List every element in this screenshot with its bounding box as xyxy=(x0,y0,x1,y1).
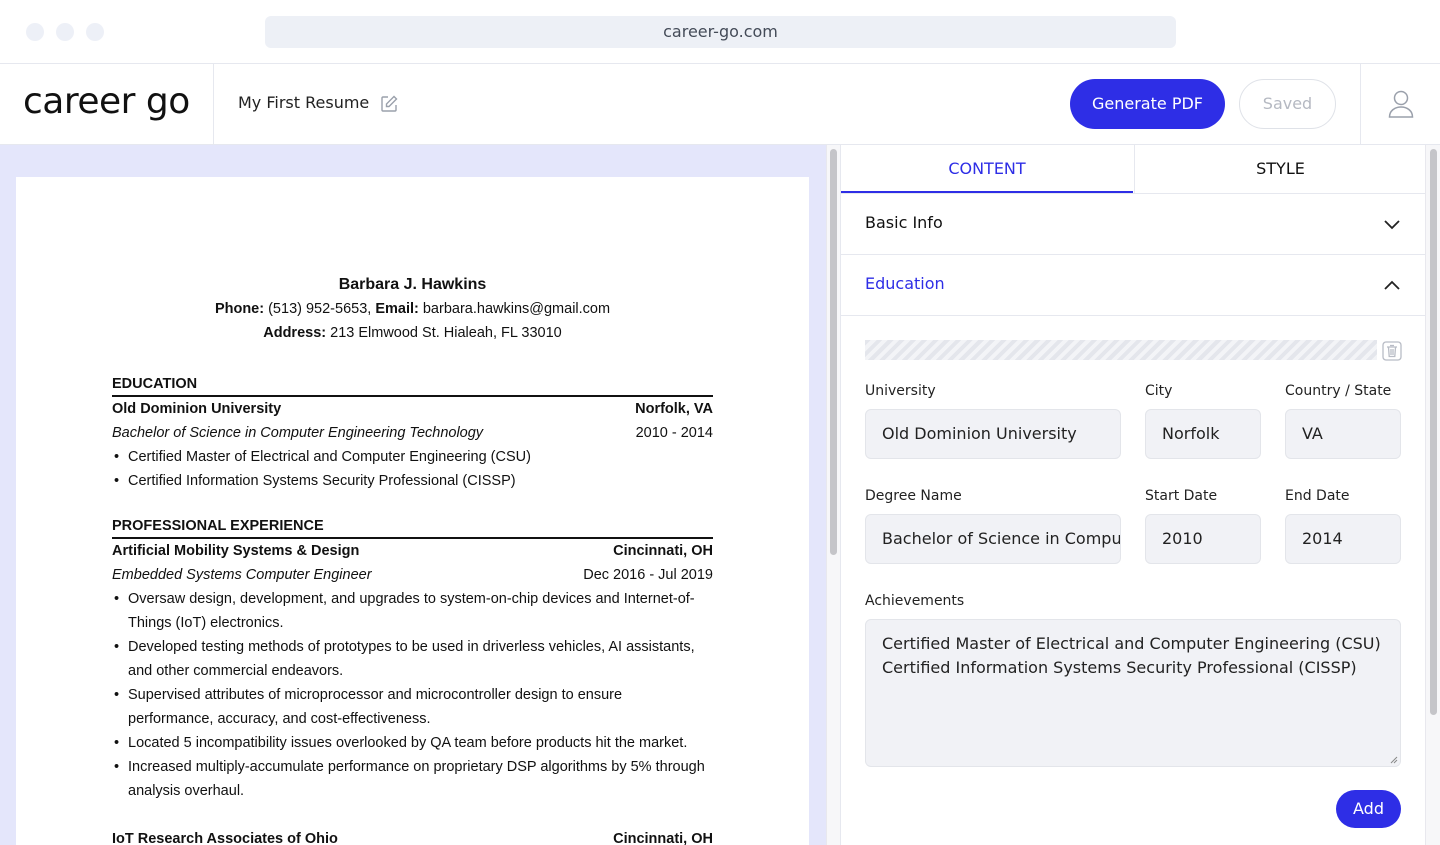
list-item: Supervised attributes of microprocessor … xyxy=(112,683,713,731)
education-heading: EDUCATION xyxy=(112,373,713,397)
achievements-label: Achievements xyxy=(865,593,965,609)
tab-content[interactable]: CONTENT xyxy=(841,145,1133,193)
accordion-education[interactable]: Education xyxy=(841,255,1426,316)
university-label: University xyxy=(865,383,936,399)
edit-icon[interactable] xyxy=(380,95,398,113)
end-date-label: End Date xyxy=(1285,488,1350,504)
city-input[interactable]: Norfolk xyxy=(1145,409,1261,459)
job-entry: IoT Research Associates of Ohio Cincinna… xyxy=(112,831,713,845)
start-date-input[interactable]: 2010 xyxy=(1145,514,1261,564)
preview-scrollbar-thumb[interactable] xyxy=(830,149,837,555)
achievements-textarea[interactable]: Certified Master of Electrical and Compu… xyxy=(865,619,1401,767)
list-item: Certified Master of Electrical and Compu… xyxy=(112,445,713,469)
job-entry: Artificial Mobility Systems & Design Cin… xyxy=(112,543,713,559)
list-item: Increased multiply-accumulate performanc… xyxy=(112,755,713,803)
city-label: City xyxy=(1145,383,1173,399)
saved-button[interactable]: Saved xyxy=(1239,79,1336,129)
experience-heading: PROFESSIONAL EXPERIENCE xyxy=(112,515,713,539)
add-button[interactable]: Add xyxy=(1336,790,1401,828)
list-item: Located 5 incompatibility issues overloo… xyxy=(112,731,713,755)
list-item: Developed testing methods of prototypes … xyxy=(112,635,713,683)
window-minimize-dot[interactable] xyxy=(56,23,74,41)
country-state-input[interactable]: VA xyxy=(1285,409,1401,459)
logo[interactable]: career go xyxy=(23,78,190,126)
trash-icon[interactable] xyxy=(1381,340,1403,362)
editor-panel: CONTENT STYLE Basic Info Education Unive… xyxy=(840,145,1426,845)
preview-scrollbar[interactable] xyxy=(826,145,840,845)
tab-style[interactable]: STYLE xyxy=(1134,145,1426,193)
education-entry: Old Dominion University Norfolk, VA xyxy=(112,401,713,417)
user-icon[interactable] xyxy=(1388,90,1414,118)
resume-contact: Phone: (513) 952-5653, Email: barbara.ha… xyxy=(214,301,611,317)
end-date-input[interactable]: 2014 xyxy=(1285,514,1401,564)
generate-pdf-button[interactable]: Generate PDF xyxy=(1070,79,1225,129)
drag-handle[interactable] xyxy=(865,340,1377,360)
resize-grip-icon[interactable] xyxy=(1390,756,1398,764)
resume-name: Barbara J. Hawkins xyxy=(338,276,487,293)
accordion-title: Basic Info xyxy=(865,213,943,232)
degree-name-label: Degree Name xyxy=(865,488,962,504)
resume-address: Address: 213 Elmwood St. Hialeah, FL 330… xyxy=(263,325,562,341)
header-divider xyxy=(213,64,214,144)
app-header: career go My First Resume Generate PDF S… xyxy=(0,64,1440,145)
resume-preview: Barbara J. Hawkins Phone: (513) 952-5653… xyxy=(0,145,826,845)
education-bullets: Certified Master of Electrical and Compu… xyxy=(112,445,713,493)
list-item: Certified Information Systems Security P… xyxy=(112,469,713,493)
resume-title: My First Resume xyxy=(238,93,370,112)
university-input[interactable]: Old Dominion University xyxy=(865,409,1121,459)
editor-scrollbar-thumb[interactable] xyxy=(1430,149,1437,715)
window-maximize-dot[interactable] xyxy=(86,23,104,41)
accordion-basic-info[interactable]: Basic Info xyxy=(841,194,1426,255)
resume-page: Barbara J. Hawkins Phone: (513) 952-5653… xyxy=(16,177,809,845)
degree-name-input[interactable]: Bachelor of Science in Compu xyxy=(865,514,1121,564)
job-bullets: Oversaw design, development, and upgrade… xyxy=(112,587,713,803)
chevron-up-icon[interactable] xyxy=(1382,277,1402,293)
editor-tabs: CONTENT STYLE xyxy=(841,145,1426,194)
url-bar[interactable]: career-go.com xyxy=(265,16,1176,48)
window-close-dot[interactable] xyxy=(26,23,44,41)
browser-bar: career-go.com xyxy=(0,0,1440,64)
chevron-down-icon[interactable] xyxy=(1382,216,1402,232)
start-date-label: Start Date xyxy=(1145,488,1218,504)
editor-scrollbar[interactable] xyxy=(1425,145,1440,845)
accordion-title: Education xyxy=(865,274,945,293)
list-item: Oversaw design, development, and upgrade… xyxy=(112,587,713,635)
header-divider xyxy=(1360,64,1361,144)
country-state-label: Country / State xyxy=(1285,383,1392,399)
